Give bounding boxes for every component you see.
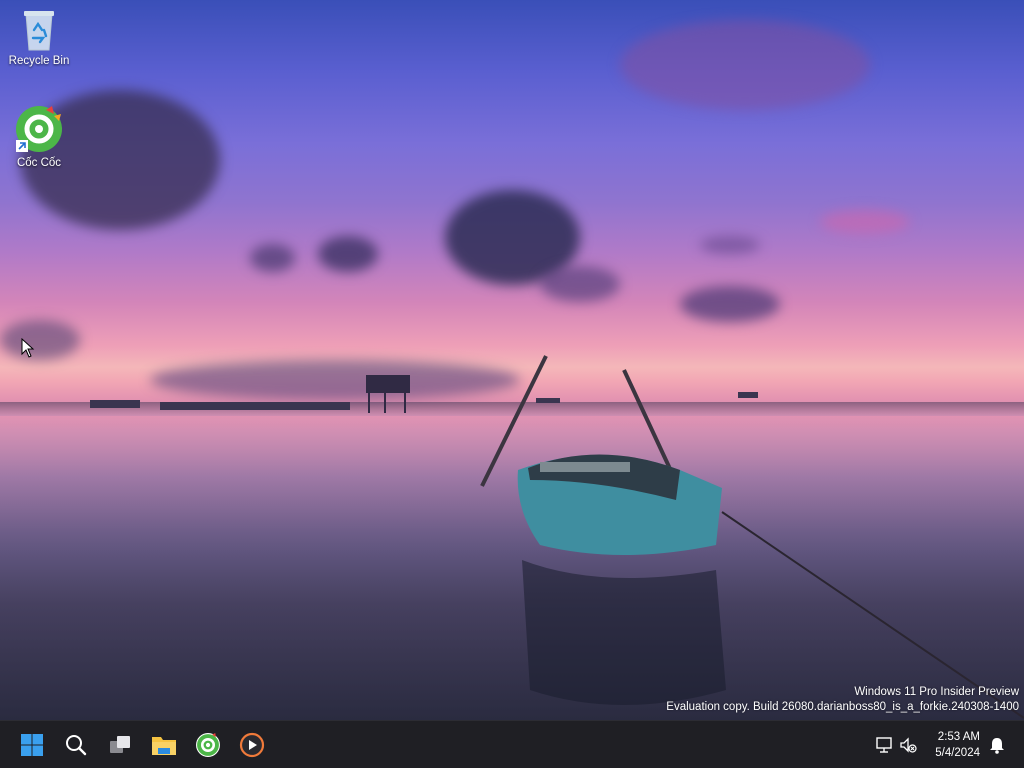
volume-tray-button[interactable] [898, 735, 918, 755]
search-icon [66, 735, 87, 756]
media-player-button[interactable] [236, 729, 268, 761]
file-explorer-button[interactable] [148, 729, 180, 761]
windows-start-icon [21, 734, 43, 756]
coccoc-browser-icon [196, 733, 220, 757]
pier-silhouette [160, 402, 350, 410]
recycle-bin-icon [24, 11, 54, 51]
wallpaper-scene [90, 355, 1024, 719]
taskbar: 2:53 AM 5/4/2024 [0, 720, 1024, 768]
start-button[interactable] [16, 729, 48, 761]
clock-time: 2:53 AM [937, 731, 980, 743]
task-view-button[interactable] [104, 729, 136, 761]
boat-seat [540, 462, 630, 472]
pier-silhouette [90, 400, 140, 408]
search-button[interactable] [60, 729, 92, 761]
coccoc-taskbar-button[interactable] [192, 729, 224, 761]
mouse-cursor-icon [21, 338, 35, 358]
stilt-hut [366, 375, 410, 413]
desktop-icon-coccoc[interactable]: Cốc Cốc [2, 104, 76, 169]
coccoc-browser-icon [16, 106, 62, 152]
notifications-button[interactable] [987, 735, 1007, 755]
clock-button[interactable]: 2:53 AM 5/4/2024 [935, 729, 980, 761]
volume-muted-icon [900, 737, 917, 753]
coccoc-label: Cốc Cốc [16, 157, 62, 169]
windows-evaluation-watermark: Windows 11 Pro Insider Preview Evaluatio… [666, 685, 1019, 715]
bell-icon [990, 738, 1004, 754]
watermark-line-2: Evaluation copy. Build 26080.darianboss8… [666, 701, 1019, 713]
network-tray-button[interactable] [874, 735, 894, 755]
watermark-line-1: Windows 11 Pro Insider Preview [854, 686, 1019, 698]
folder-icon [152, 737, 176, 755]
media-player-icon [239, 732, 265, 758]
task-view-icon [110, 736, 130, 753]
recycle-bin-label: Recycle Bin [8, 55, 70, 67]
clock-date: 5/4/2024 [935, 747, 980, 759]
desktop-icon-recycle-bin[interactable]: Recycle Bin [2, 8, 76, 67]
distant-boat [536, 398, 560, 403]
desktop-wallpaper[interactable]: Recycle Bin Cốc Cốc Windows 11 Pro Insid… [0, 0, 1024, 720]
distant-boat [738, 392, 758, 398]
network-icon [876, 737, 892, 753]
boat-reflection [522, 560, 726, 705]
